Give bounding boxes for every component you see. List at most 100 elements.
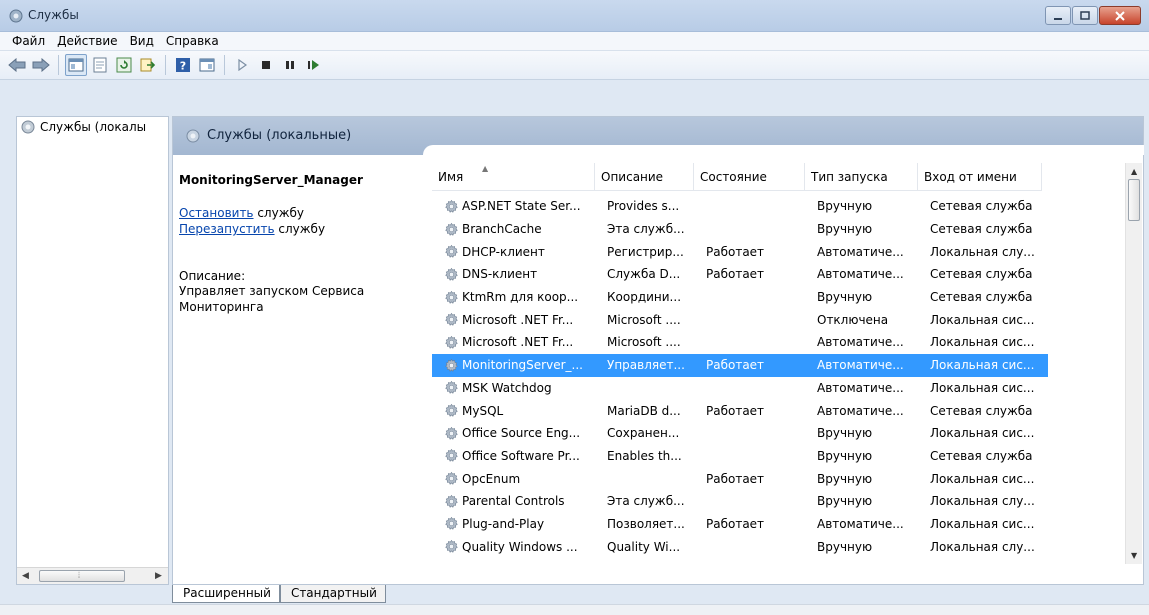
cell-desc: Эта служб... <box>607 222 685 237</box>
service-name: DHCP-клиент <box>462 244 545 259</box>
column-startup-type[interactable]: Тип запуска <box>805 163 918 191</box>
menu-help[interactable]: Справка <box>160 34 225 48</box>
scroll-right-icon[interactable]: ▶ <box>155 571 162 581</box>
console-tree[interactable]: Службы (локалы ◀ ⦙ ▶ <box>16 116 169 585</box>
scroll-down-icon[interactable]: ▼ <box>1131 551 1137 560</box>
scrollbar-thumb[interactable]: ⦙ <box>39 570 125 582</box>
cell-logon: Локальная слу... <box>930 494 1035 509</box>
cell-desc: Quality Wi... <box>607 539 681 554</box>
toolbar: ? <box>0 51 1149 80</box>
forward-button[interactable] <box>30 54 52 76</box>
services-gear-icon <box>21 120 35 134</box>
cell-name: ASP.NET State Ser... <box>432 199 601 214</box>
export-list-button[interactable] <box>137 54 159 76</box>
cell-desc: Координи... <box>607 290 682 305</box>
minimize-button[interactable] <box>1045 6 1071 25</box>
help-icon: ? <box>176 58 190 73</box>
table-row[interactable]: DHCP-клиент Регистрир... Работает Автоматич… <box>432 240 1048 263</box>
tree-horizontal-scrollbar[interactable]: ◀ ⦙ ▶ <box>17 567 168 584</box>
table-row[interactable]: BranchCache Эта служб... Вручную Сетевая сл… <box>432 218 1048 241</box>
table-row[interactable]: Microsoft .NET Fr... Microsoft .... Отключ… <box>432 308 1048 331</box>
cell-state: Работает <box>706 267 765 282</box>
column-status[interactable]: Состояние <box>694 163 805 191</box>
title-bar: Службы <box>0 0 1149 32</box>
close-button[interactable] <box>1099 6 1141 25</box>
table-row[interactable]: DNS-клиент Служба D... Работает Автоматиче.… <box>432 263 1048 286</box>
menu-view[interactable]: Вид <box>124 34 160 48</box>
column-log-on-as[interactable]: Вход от имени <box>918 163 1042 191</box>
pause-icon <box>286 61 294 69</box>
service-gear-icon <box>444 244 459 259</box>
cell-name: MSK Watchdog <box>432 380 601 395</box>
column-name[interactable]: ▲ Имя <box>432 163 595 191</box>
export-icon <box>140 58 156 72</box>
service-gear-icon <box>444 539 459 554</box>
table-row[interactable]: Office Source Eng... Сохранен... Вручную Ло… <box>432 422 1048 445</box>
scroll-left-icon[interactable]: ◀ <box>22 571 29 581</box>
refresh-button[interactable] <box>113 54 135 76</box>
stop-service-button[interactable] <box>255 54 277 76</box>
services-pane: Службы (локальные) MonitoringServer_Mana… <box>172 116 1144 585</box>
action-pane-button[interactable] <box>196 54 218 76</box>
cell-logon: Локальная слу... <box>930 244 1035 259</box>
console-tree-icon <box>68 58 84 72</box>
cell-name: KtmRm для коор... <box>432 290 601 305</box>
cell-start: Вручную <box>817 222 873 237</box>
table-row[interactable]: OpcEnum Работает Вручную Локальная сис... <box>432 467 1048 490</box>
column-description[interactable]: Описание <box>595 163 694 191</box>
restart-service-link[interactable]: Перезапустить <box>179 222 275 236</box>
properties-button[interactable] <box>89 54 111 76</box>
stop-service-link[interactable]: Остановить <box>179 206 254 220</box>
cell-start: Вручную <box>817 290 873 305</box>
scrollbar-thumb[interactable] <box>1128 179 1140 221</box>
table-row[interactable]: Quality Windows ... Quality Wi... Вручную Л… <box>432 535 1048 558</box>
cell-start: Автоматиче... <box>817 516 904 531</box>
table-row[interactable]: Parental Controls Эта служб... Вручную Лока… <box>432 490 1048 513</box>
service-gear-icon <box>444 335 459 350</box>
cell-name: DHCP-клиент <box>432 244 601 259</box>
table-row[interactable]: Plug-and-Play Позволяет... Работает Автомат… <box>432 513 1048 536</box>
tab-extended[interactable]: Расширенный <box>172 585 280 603</box>
table-row[interactable]: Office Software Pr... Enables th... Вручну… <box>432 445 1048 468</box>
cell-name: DNS-клиент <box>432 267 601 282</box>
table-row[interactable]: KtmRm для коор... Координи... Вручную Сетев… <box>432 286 1048 309</box>
pause-service-button[interactable] <box>279 54 301 76</box>
minimize-icon <box>1054 17 1062 20</box>
table-vertical-scrollbar[interactable]: ▲ ▼ <box>1125 163 1142 564</box>
start-service-button[interactable] <box>231 54 253 76</box>
menu-file[interactable]: Файл <box>6 34 51 48</box>
cell-logon: Сетевая служба <box>930 267 1033 282</box>
view-tabs: Расширенный Стандартный <box>172 585 1144 604</box>
cell-start: Отключена <box>817 312 889 327</box>
cell-start: Вручную <box>817 426 873 441</box>
service-name: KtmRm для коор... <box>462 290 579 305</box>
cell-name: MonitoringServer_... <box>432 358 601 373</box>
menu-action[interactable]: Действие <box>51 34 123 48</box>
help-button[interactable]: ? <box>172 54 194 76</box>
scroll-up-icon[interactable]: ▲ <box>1131 167 1137 176</box>
table-row[interactable]: ASP.NET State Ser... Provides s... Вручную… <box>432 195 1048 218</box>
services-table: ▲ Имя Описание Состояние Тип запуска Вхо… <box>432 155 1143 563</box>
maximize-button[interactable] <box>1072 6 1098 25</box>
table-header: ▲ Имя Описание Состояние Тип запуска Вхо… <box>432 163 1042 191</box>
sort-ascending-icon: ▲ <box>482 164 489 173</box>
table-row[interactable]: MonitoringServer_... Управляет... Работает… <box>432 353 1048 377</box>
table-row[interactable]: MySQL MariaDB d... Работает Автоматиче... Се… <box>432 399 1048 422</box>
table-row[interactable]: Microsoft .NET Fr... Microsoft .... Автома… <box>432 331 1048 354</box>
back-button[interactable] <box>6 54 28 76</box>
tab-standard[interactable]: Стандартный <box>279 585 386 603</box>
table-row[interactable]: MSK Watchdog Автоматиче... Локальная сис..… <box>432 377 1048 400</box>
cell-logon: Локальная сис... <box>930 358 1035 373</box>
service-gear-icon <box>444 380 459 395</box>
service-gear-icon <box>444 448 459 463</box>
service-name: Microsoft .NET Fr... <box>462 335 574 350</box>
cell-start: Автоматиче... <box>817 358 904 373</box>
action-pane-icon <box>199 58 215 72</box>
show-console-tree-button[interactable] <box>65 54 87 76</box>
service-gear-icon <box>444 494 459 509</box>
properties-icon <box>93 57 107 73</box>
tree-item-services-local[interactable]: Службы (локалы <box>20 119 146 135</box>
cell-name: Office Source Eng... <box>432 426 601 441</box>
pane-header-notch <box>423 145 1144 155</box>
restart-service-button[interactable] <box>303 54 325 76</box>
